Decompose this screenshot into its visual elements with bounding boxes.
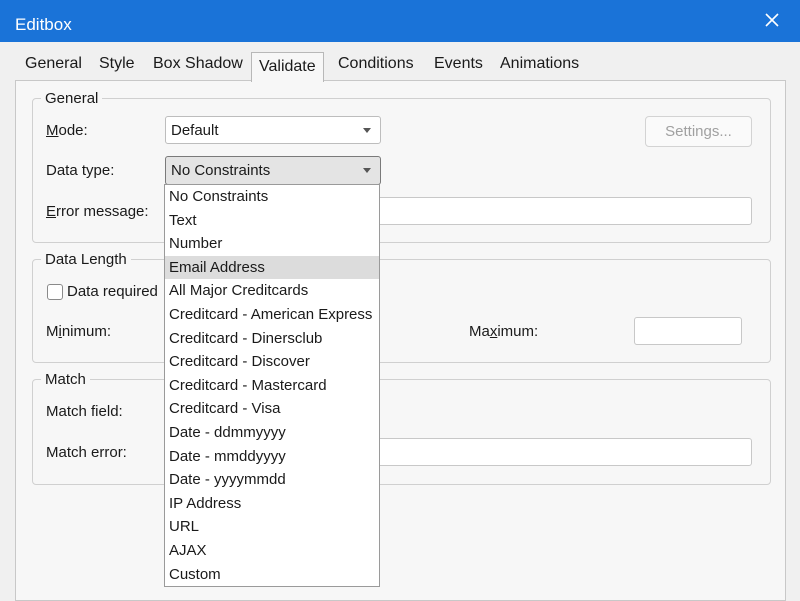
validate-panel: General Mode: Default Settings... Data t… — [15, 80, 786, 601]
tab-events[interactable]: Events — [434, 55, 483, 73]
dropdown-option[interactable]: Creditcard - Visa — [165, 397, 379, 421]
data-type-select[interactable]: No Constraints — [165, 156, 381, 185]
tab-box-shadow[interactable]: Box Shadow — [153, 55, 243, 73]
dropdown-option[interactable]: Custom — [165, 563, 379, 587]
data-type-dropdown-list: No Constraints Text Number Email Address All… — [164, 184, 380, 587]
tab-animations[interactable]: Animations — [500, 55, 579, 73]
data-type-value: No Constraints — [171, 162, 271, 179]
match-error-label: Match error: — [46, 444, 127, 461]
maximum-input[interactable] — [634, 317, 742, 345]
close-icon — [765, 13, 779, 27]
close-button[interactable] — [752, 4, 792, 36]
dropdown-option[interactable]: Creditcard - American Express — [165, 303, 379, 327]
match-legend: Match — [45, 371, 86, 388]
dropdown-option[interactable]: Date - yyyymmdd — [165, 468, 379, 492]
dropdown-option[interactable]: Creditcard - Mastercard — [165, 374, 379, 398]
mode-label: Mode: — [46, 122, 88, 139]
settings-button[interactable]: Settings... — [645, 116, 752, 147]
dropdown-option[interactable]: Creditcard - Discover — [165, 350, 379, 374]
data-required-label: Data required — [67, 283, 158, 300]
error-message-label: Error message: — [46, 203, 149, 220]
tab-style[interactable]: Style — [99, 55, 135, 73]
dropdown-option[interactable]: Text — [165, 209, 379, 233]
minimum-label: Minimum: — [46, 323, 112, 340]
chevron-down-icon — [363, 168, 371, 173]
data-type-label: Data type: — [46, 162, 115, 179]
tab-validate[interactable]: Validate — [251, 52, 324, 82]
window-title: Editbox — [15, 15, 72, 34]
title-bar: Editbox — [0, 0, 800, 42]
dropdown-option[interactable]: Creditcard - Dinersclub — [165, 327, 379, 351]
chevron-down-icon — [363, 128, 371, 133]
data-length-legend: Data Length — [45, 251, 127, 268]
data-required-checkbox[interactable] — [47, 284, 63, 300]
mode-value: Default — [171, 122, 219, 139]
dropdown-option[interactable]: All Major Creditcards — [165, 279, 379, 303]
tab-general[interactable]: General — [25, 55, 82, 73]
tab-strip: General Style Box Shadow Validate Condit… — [0, 42, 800, 82]
dropdown-option[interactable]: URL — [165, 515, 379, 539]
dropdown-option[interactable]: No Constraints — [165, 185, 379, 209]
data-length-group: Data Length — [32, 251, 771, 363]
general-legend: General — [45, 90, 99, 107]
dropdown-option[interactable]: AJAX — [165, 539, 379, 563]
tab-conditions[interactable]: Conditions — [338, 55, 414, 73]
match-field-label: Match field: — [46, 403, 123, 420]
dropdown-option[interactable]: Date - ddmmyyyy — [165, 421, 379, 445]
dropdown-option[interactable]: Number — [165, 232, 379, 256]
dropdown-option[interactable]: Date - mmddyyyy — [165, 445, 379, 469]
mode-select[interactable]: Default — [165, 116, 381, 144]
maximum-label: Maximum: — [469, 323, 539, 340]
match-group: Match — [32, 371, 771, 485]
dropdown-option[interactable]: Email Address — [165, 255, 379, 280]
dropdown-option[interactable]: IP Address — [165, 492, 379, 516]
